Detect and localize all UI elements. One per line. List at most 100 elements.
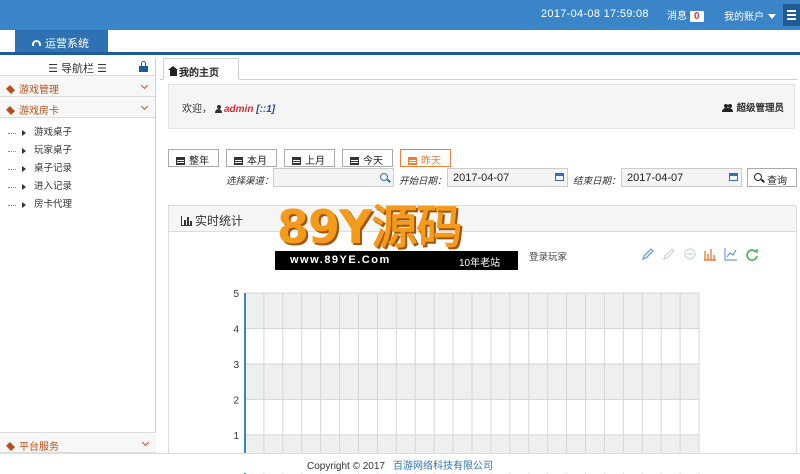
sidebar-item-label: 房卡代理 — [34, 199, 73, 210]
sidebar-item-label: 桌子记录 — [34, 163, 73, 174]
range-label: 上月 — [305, 156, 325, 167]
welcome-greeting: 欢迎， — [182, 104, 212, 115]
watermark-url: www.89YE.Com — [290, 254, 391, 266]
sidebar-item-table-records[interactable]: 桌子记录 — [8, 160, 155, 178]
range-today-button[interactable]: 今天 — [342, 149, 393, 167]
sidebar-group-platform-services[interactable]: 平台服务 — [0, 432, 156, 453]
tab-operations-system[interactable]: 运营系统 — [15, 30, 108, 52]
messages-link[interactable]: 消息 0 — [667, 7, 704, 22]
caret-right-icon — [22, 184, 26, 190]
tab-operations-label: 运营系统 — [45, 38, 89, 50]
channel-label: 选择渠道： — [226, 176, 274, 187]
sidebar-tree: 游戏桌子 玩家桌子 桌子记录 进入记录 房卡代理 — [0, 118, 155, 214]
caret-right-icon — [22, 202, 26, 208]
messages-count-badge: 0 — [690, 11, 704, 22]
range-label: 整年 — [189, 156, 209, 167]
range-label: 昨天 — [421, 156, 441, 167]
caret-right-icon — [22, 130, 26, 136]
tag-icon — [5, 441, 16, 452]
end-date-input[interactable]: 2017-04-07 — [621, 168, 742, 187]
range-yesterday-button[interactable]: 昨天 — [400, 149, 451, 167]
sidebar: ☰ 导航栏 ☰ 游戏管理 游戏房卡 游戏桌子 玩家桌子 桌子记录 进入记录 房卡… — [0, 58, 156, 473]
search-icon — [754, 173, 762, 181]
tag-icon — [5, 84, 16, 95]
caret-down-icon — [768, 14, 776, 19]
range-last-month-button[interactable]: 上月 — [284, 149, 335, 167]
query-button[interactable]: 查询 — [747, 168, 797, 187]
chevron-down-icon — [140, 102, 149, 111]
company-link[interactable]: 百游网络科技有限公司 — [393, 461, 493, 472]
end-date-label: 结束日期： — [573, 176, 621, 187]
account-menu[interactable]: 我的账户 — [724, 8, 776, 23]
y-tick-label: 4 — [233, 324, 239, 335]
sidebar-item-label: 游戏桌子 — [34, 127, 73, 138]
sidebar-item-label: 玩家桌子 — [34, 145, 73, 156]
sidebar-item-card-agents[interactable]: 房卡代理 — [8, 196, 155, 214]
calendar-icon — [350, 157, 359, 165]
line-chart-switch-icon[interactable] — [724, 247, 738, 261]
messages-label: 消息 — [667, 11, 687, 22]
calendar-icon — [408, 157, 417, 165]
calendar-icon — [234, 157, 243, 165]
y-tick-label: 2 — [233, 395, 239, 406]
start-date-label: 开始日期： — [399, 176, 447, 187]
top-bar: 2017-04-08 17:59:08 消息 0 我的账户 — [0, 0, 800, 30]
tag-icon — [5, 105, 16, 116]
sidebar-item-player-tables[interactable]: 玩家桌子 — [8, 142, 155, 160]
watermark-logo: 89Y源码 www.89YE.Com 10年老站 — [275, 202, 525, 270]
user-icon — [215, 105, 222, 113]
channel-select[interactable] — [273, 168, 394, 187]
calendar-icon — [292, 157, 301, 165]
footer: Copyright © 2017 百游网络科技有限公司 — [0, 453, 800, 473]
chevron-down-icon — [140, 81, 149, 90]
pencil-disabled-icon[interactable] — [662, 247, 676, 261]
username: admin — [224, 104, 254, 115]
hamburger-icon — [787, 10, 796, 12]
copyright-text: Copyright © 2017 — [307, 461, 385, 472]
y-tick-label: 1 — [233, 431, 239, 442]
sidebar-item-game-tables[interactable]: 游戏桌子 — [8, 124, 155, 142]
sidebar-title: ☰ 导航栏 ☰ — [48, 63, 107, 75]
account-label: 我的账户 — [724, 12, 764, 23]
tab-home-label: 我的主页 — [179, 68, 219, 79]
tab-home[interactable]: 我的主页 — [163, 58, 239, 80]
sidebar-header: ☰ 导航栏 ☰ — [0, 58, 155, 76]
dashboard-icon — [32, 40, 41, 46]
query-label: 查询 — [767, 176, 787, 187]
bar-chart-switch-icon[interactable] — [703, 247, 717, 261]
start-date-input[interactable]: 2017-04-07 — [447, 168, 568, 187]
sidebar-item-label: 进入记录 — [34, 181, 73, 192]
range-label: 本月 — [247, 156, 267, 167]
sidebar-group-room-cards[interactable]: 游戏房卡 — [0, 97, 155, 118]
watermark-logo-text: 89Y源码 — [277, 200, 462, 254]
watermark-slogan: 10年老站 — [459, 258, 501, 269]
home-icon — [168, 66, 178, 76]
calendar-icon[interactable] — [555, 173, 564, 181]
lock-icon[interactable] — [139, 61, 148, 72]
users-icon — [722, 104, 734, 112]
caret-right-icon — [22, 166, 26, 172]
range-label: 今天 — [363, 156, 383, 167]
sidebar-group-label: 平台服务 — [19, 442, 59, 453]
chevron-down-icon — [141, 438, 150, 447]
search-icon — [380, 173, 388, 181]
menu-toggle-button[interactable] — [783, 4, 800, 26]
server-datetime: 2017-04-08 17:59:08 — [541, 8, 649, 20]
pencil-icon[interactable] — [641, 247, 655, 261]
bar-chart-icon — [181, 216, 192, 226]
user-role: 超级管理员 — [736, 103, 784, 114]
calendar-icon — [176, 157, 185, 165]
range-year-button[interactable]: 整年 — [168, 149, 219, 167]
module-nav: 运营系统 — [0, 30, 800, 55]
realtime-chart: 1 2 3 4 5 — [233, 289, 700, 474]
panel-title: 实时统计 — [195, 214, 244, 228]
sidebar-item-entry-records[interactable]: 进入记录 — [8, 178, 155, 196]
range-this-month-button[interactable]: 本月 — [226, 149, 277, 167]
y-tick-label: 5 — [233, 289, 239, 300]
restore-icon[interactable] — [683, 247, 697, 261]
refresh-icon[interactable] — [745, 247, 759, 261]
legend-login-players[interactable]: 登录玩家 — [529, 249, 567, 263]
y-tick-label: 3 — [233, 360, 239, 371]
sidebar-group-game-management[interactable]: 游戏管理 — [0, 76, 155, 97]
calendar-icon[interactable] — [729, 173, 738, 181]
